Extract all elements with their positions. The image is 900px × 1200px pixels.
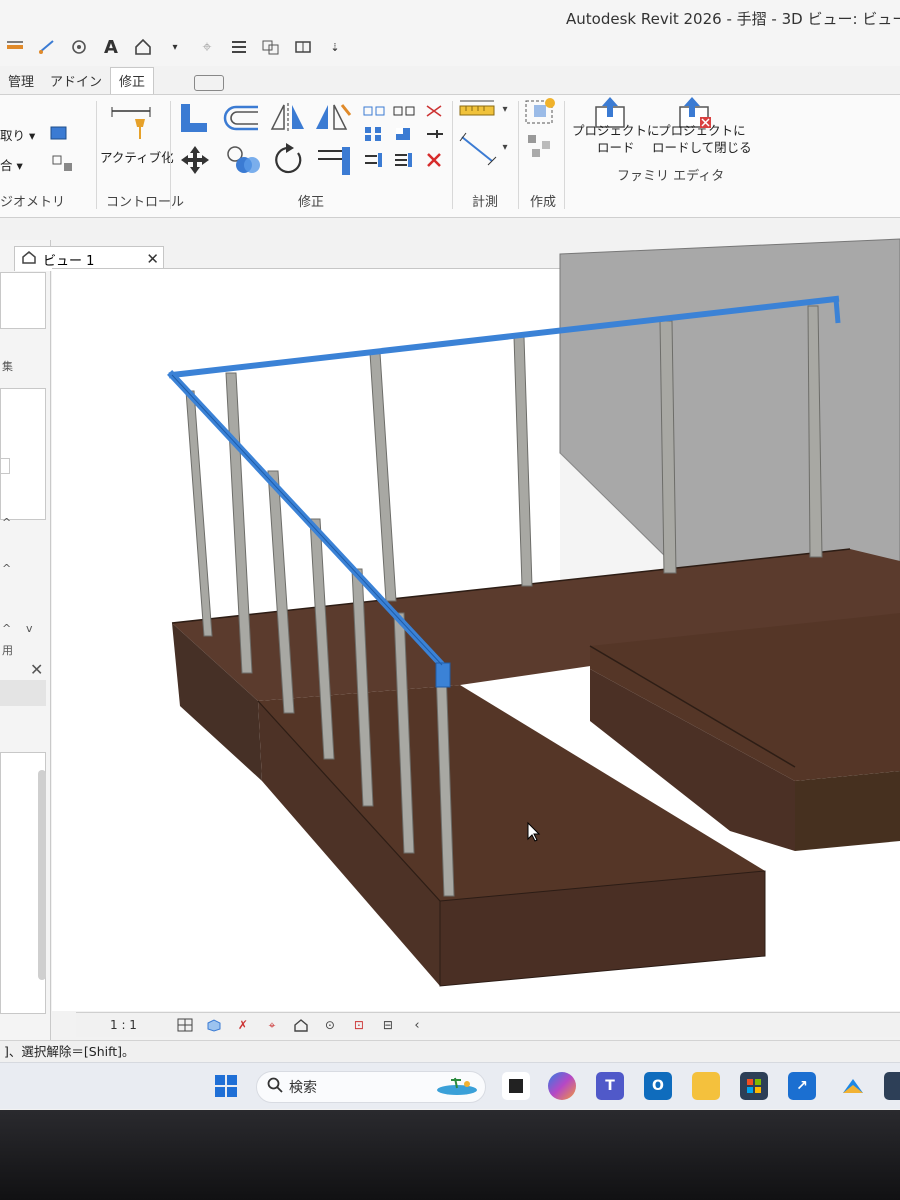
scale-label[interactable]: 1 : 1 [110,1018,137,1032]
app-icon[interactable] [884,1072,900,1100]
step-right [795,771,900,851]
microsoft-store-icon[interactable] [740,1072,768,1100]
remote-app-icon[interactable]: ↗ [788,1072,816,1100]
visual-style-icon[interactable] [206,1018,222,1032]
search-icon [267,1077,283,1097]
view-control-bar: 1 : 1 ✗ ⌖ ⊙ ⊡ ⊟ ‹ [76,1012,900,1037]
analytical-model-icon[interactable]: ⊟ [380,1018,396,1032]
locked-3d-view-icon[interactable] [293,1018,309,1032]
reveal-hidden-icon[interactable]: ⊡ [351,1018,367,1032]
screen: Autodesk Revit 2026 - 手摺 - 3D ビュー: ビュー 1… [0,0,900,1110]
teams-icon[interactable]: T [596,1072,624,1100]
handrail-back-end [833,298,841,324]
3d-viewport[interactable] [52,238,900,1011]
task-view-icon[interactable] [502,1072,530,1100]
temporary-hide-icon[interactable]: ⊙ [322,1018,338,1032]
taskbar-search[interactable]: 検索 [256,1071,486,1103]
outlook-icon[interactable]: O [644,1072,672,1100]
taskbar: 検索 T O ↗ [0,1062,900,1109]
collapse-arrow-icon[interactable]: ‹ [409,1018,425,1033]
windows-start-icon[interactable] [212,1072,240,1100]
status-bar: ]、選択解除＝[Shift]。 [0,1040,900,1063]
shadows-icon[interactable]: ⌖ [264,1018,280,1032]
handrail-end-cap [435,662,451,688]
search-placeholder: 検索 [289,1080,317,1096]
baluster [185,390,213,637]
onedrive-icon[interactable] [838,1072,866,1100]
3d-model-canvas[interactable] [0,1,900,1110]
baluster [513,336,533,587]
baluster [369,352,397,602]
sun-path-icon[interactable]: ✗ [235,1018,251,1032]
laptop-bezel [0,1110,900,1200]
file-explorer-icon[interactable] [692,1072,720,1100]
search-highlight-icon [433,1074,479,1100]
detail-level-icon[interactable] [177,1018,193,1032]
copilot-icon[interactable] [548,1072,576,1100]
